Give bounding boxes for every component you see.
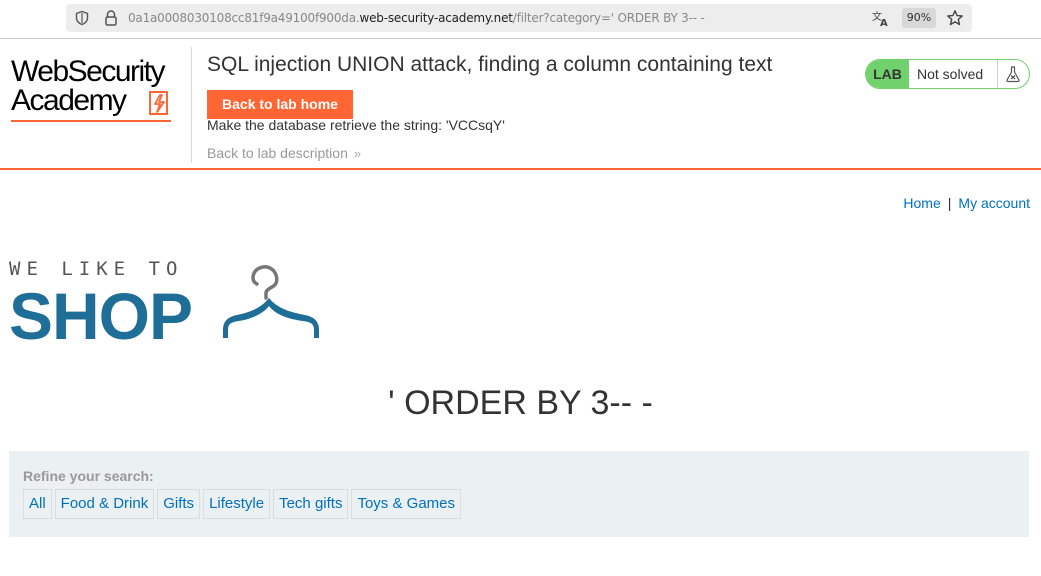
double-chevron-right-icon: »: [353, 146, 362, 161]
shop-logo-word: SHOP: [9, 279, 193, 353]
browser-toolbar: 0a1a0008030108cc81f9a49100f900da.web-sec…: [0, 0, 1041, 39]
shop-logo: WE LIKE TO SHOP: [9, 258, 329, 353]
lab-status-widget: LAB Not solved: [865, 59, 1030, 89]
filter-category-gifts[interactable]: Gifts: [157, 489, 201, 519]
svg-text:A: A: [880, 18, 888, 27]
filter-category-food-drink[interactable]: Food & Drink: [54, 489, 155, 519]
lab-title: SQL injection UNION attack, finding a co…: [207, 53, 773, 76]
filter-label: Refine your search:: [23, 468, 154, 484]
filter-category-lifestyle[interactable]: Lifestyle: [203, 489, 271, 519]
my-account-link[interactable]: My account: [958, 195, 1030, 211]
academy-lab-header: WebSecurity Academy SQL injection UNION …: [0, 39, 1041, 170]
lab-status-text: Not solved: [917, 66, 984, 82]
filter-category-tech-gifts[interactable]: Tech gifts: [273, 489, 349, 519]
url-text[interactable]: 0a1a0008030108cc81f9a49100f900da.web-sec…: [128, 11, 705, 25]
lock-icon[interactable]: [103, 9, 119, 27]
filter-category-all[interactable]: All: [23, 489, 52, 519]
home-link[interactable]: Home: [903, 195, 940, 211]
translate-icon[interactable]: 文 A: [872, 9, 890, 27]
page-title: ' ORDER BY 3-- -: [388, 384, 653, 422]
back-to-lab-home-button[interactable]: Back to lab home: [207, 90, 353, 119]
filter-category-toys-games[interactable]: Toys & Games: [351, 489, 461, 519]
logo-underline: [11, 120, 171, 122]
coat-hanger-icon: [223, 265, 319, 338]
back-to-lab-description-link[interactable]: Back to lab description »: [207, 145, 361, 161]
category-list: All Food & Drink Gifts Lifestyle Tech gi…: [23, 489, 461, 519]
back-to-lab-description-label: Back to lab description: [207, 145, 348, 161]
flask-icon: [1006, 66, 1020, 83]
star-icon[interactable]: [946, 9, 964, 27]
shield-icon[interactable]: [74, 10, 90, 26]
nav-separator: |: [947, 195, 952, 211]
lab-badge: LAB: [866, 60, 909, 88]
address-bar[interactable]: 0a1a0008030108cc81f9a49100f900da.web-sec…: [66, 4, 972, 32]
url-path: /filter?category=' ORDER BY 3-- -: [512, 11, 705, 25]
shop-logo-tagline: WE LIKE TO: [9, 258, 184, 280]
url-prefix: 0a1a0008030108cc81f9a49100f900da.: [128, 11, 360, 25]
header-divider: [191, 47, 192, 163]
category-filter-panel: Refine your search: All Food & Drink Gif…: [9, 451, 1029, 537]
zoom-level-badge[interactable]: 90%: [902, 8, 936, 28]
web-security-academy-logo[interactable]: WebSecurity Academy: [11, 57, 191, 127]
top-nav: Home | My account: [903, 195, 1030, 211]
lightning-bolt-icon: [149, 91, 168, 115]
logo-line-1: WebSecurity: [11, 55, 166, 88]
status-separator: [997, 60, 998, 88]
lab-instruction: Make the database retrieve the string: '…: [207, 117, 505, 133]
url-host: web-security-academy.net: [359, 11, 513, 25]
